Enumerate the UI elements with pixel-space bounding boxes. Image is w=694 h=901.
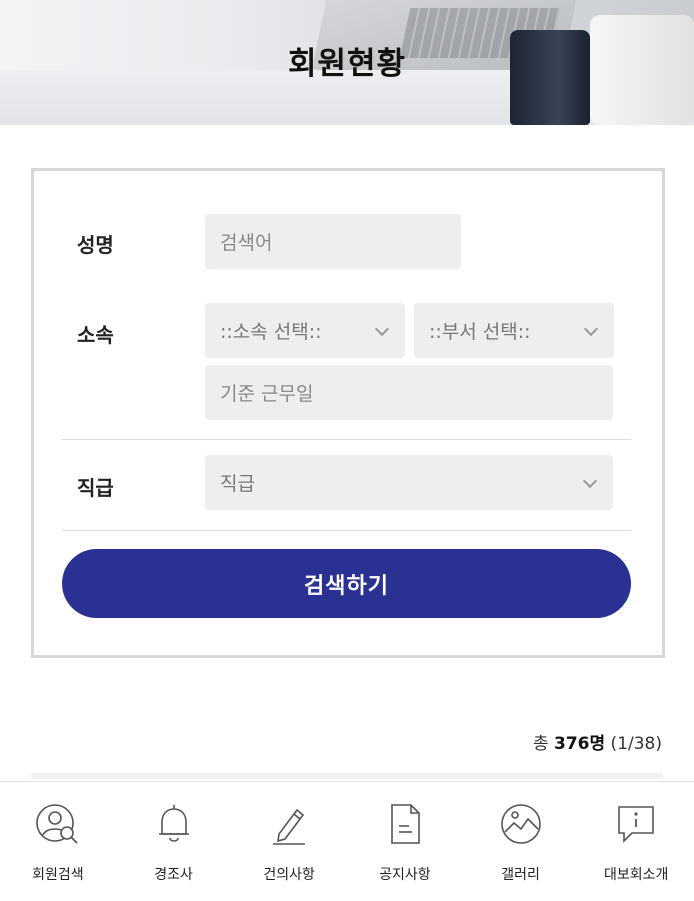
form-divider — [62, 530, 631, 531]
nav-label-about: 대보회소개 — [603, 867, 669, 883]
bottom-nav: 회원검색 경조사 건의사항 공지사항 갤러리 대보회소개 — [0, 781, 694, 901]
name-search-input[interactable]: 검색어 — [205, 214, 461, 269]
gallery-icon — [500, 804, 541, 844]
chevron-down-icon — [374, 321, 390, 336]
pencil-icon — [273, 808, 306, 845]
nav-label-gallery: 갤러리 — [501, 867, 540, 883]
document-icon — [391, 804, 420, 844]
info-icon — [618, 806, 654, 843]
affiliation-select-value: ::소속 선택:: — [220, 321, 322, 343]
rank-select-value: 직급 — [220, 473, 255, 495]
nav-item-events[interactable]: 경조사 — [116, 782, 232, 901]
chevron-down-icon — [582, 473, 598, 488]
form-divider — [62, 439, 631, 440]
nav-item-gallery[interactable]: 갤러리 — [463, 782, 579, 901]
rank-select[interactable]: 직급 — [205, 455, 613, 510]
result-count: 총 376명 (1/38) — [533, 729, 662, 754]
work-date-placeholder: 기준 근무일 — [220, 383, 314, 405]
result-total-prefix: 총 — [532, 734, 555, 754]
result-list — [31, 773, 663, 779]
chevron-down-icon — [583, 321, 599, 336]
result-total-count: 376명 — [554, 734, 606, 754]
result-page-info: (1/38) — [605, 734, 662, 754]
nav-label-notices: 공지사항 — [379, 867, 431, 883]
department-select-value: ::부서 선택:: — [429, 321, 531, 343]
bell-icon — [158, 805, 189, 842]
search-button[interactable]: 검색하기 — [62, 549, 631, 618]
header-banner: 회원현황 — [0, 0, 694, 125]
nav-label-suggestions: 건의사항 — [263, 867, 315, 883]
nav-item-member-search[interactable]: 회원검색 — [0, 782, 116, 901]
nav-item-about[interactable]: 대보회소개 — [578, 782, 694, 901]
nav-label-member-search: 회원검색 — [32, 867, 84, 883]
page-title: 회원현황 — [287, 46, 407, 82]
nav-item-suggestions[interactable]: 건의사항 — [231, 782, 347, 901]
user-search-icon — [36, 804, 78, 844]
department-select[interactable]: ::부서 선택:: — [414, 303, 614, 358]
work-date-input[interactable]: 기준 근무일 — [205, 365, 613, 420]
name-search-placeholder: 검색어 — [220, 232, 273, 254]
nav-label-events: 경조사 — [154, 867, 193, 883]
name-label: 성명 — [77, 233, 114, 257]
nav-item-notices[interactable]: 공지사항 — [347, 782, 463, 901]
affiliation-label: 소속 — [77, 323, 114, 347]
rank-label: 직급 — [77, 476, 114, 500]
affiliation-select[interactable]: ::소속 선택:: — [205, 303, 405, 358]
